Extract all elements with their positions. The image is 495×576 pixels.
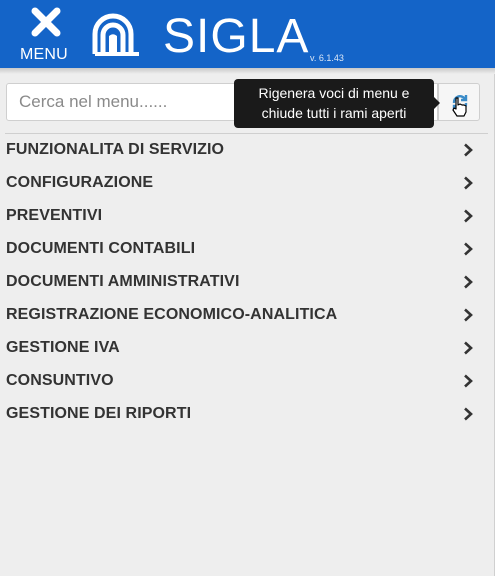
chevron-right-icon: [464, 275, 473, 289]
menu-item-label: GESTIONE DEI RIPORTI: [6, 405, 192, 422]
menu-item-funzionalita-di-servizio[interactable]: FUNZIONALITA DI SERVIZIO: [0, 134, 495, 167]
menu-item-configurazione[interactable]: CONFIGURAZIONE: [0, 167, 495, 200]
menu-item-documenti-contabili[interactable]: DOCUMENTI CONTABILI: [0, 233, 495, 266]
close-icon: [31, 7, 61, 37]
menu-item-label: CONSUNTIVO: [6, 372, 114, 389]
tooltip-line-1: Rigenera voci di menu e: [258, 85, 410, 101]
top-header: MENU SIGLA v. 6.1.43: [0, 0, 495, 68]
menu-item-registrazione-economico-analitica[interactable]: REGISTRAZIONE ECONOMICO-ANALITICA: [0, 299, 495, 332]
menu-item-label: PREVENTIVI: [6, 207, 103, 224]
chevron-right-icon: [464, 143, 473, 157]
refresh-tooltip: Rigenera voci di menu e chiude tutti i r…: [234, 79, 440, 128]
menu-item-label: FUNZIONALITA DI SERVIZIO: [6, 141, 225, 158]
chevron-right-icon: [464, 176, 473, 190]
header-shadow: [0, 68, 495, 74]
tooltip-line-2: chiude tutti i rami aperti: [261, 105, 407, 121]
app-version: v. 6.1.43: [310, 53, 344, 63]
menu-toggle-label: MENU: [20, 46, 68, 63]
menu-item-consuntivo[interactable]: CONSUNTIVO: [0, 365, 495, 398]
chevron-right-icon: [464, 374, 473, 388]
app-brand-title: SIGLA: [163, 10, 310, 63]
chevron-right-icon: [464, 341, 473, 355]
app-frame: MENU SIGLA v. 6.1.43 Rigenera voci di me…: [0, 0, 495, 576]
chevron-right-icon: [464, 242, 473, 256]
cnr-logo-icon: [92, 13, 139, 56]
chevron-right-icon: [464, 209, 473, 223]
menu-item-label: DOCUMENTI CONTABILI: [6, 240, 196, 257]
chevron-right-icon: [464, 407, 473, 421]
menu-item-preventivi[interactable]: PREVENTIVI: [0, 200, 495, 233]
menu-item-documenti-amministrativi[interactable]: DOCUMENTI AMMINISTRATIVI: [0, 266, 495, 299]
menu-item-label: GESTIONE IVA: [6, 339, 120, 356]
main-menu: FUNZIONALITA DI SERVIZIO CONFIGURAZIONE …: [0, 134, 495, 431]
menu-toggle-button[interactable]: MENU: [14, 4, 78, 66]
menu-item-gestione-dei-riporti[interactable]: GESTIONE DEI RIPORTI: [0, 398, 495, 431]
menu-item-label: CONFIGURAZIONE: [6, 174, 154, 191]
menu-item-label: REGISTRAZIONE ECONOMICO-ANALITICA: [6, 306, 338, 323]
chevron-right-icon: [464, 308, 473, 322]
hand-cursor-icon: [452, 97, 467, 117]
menu-item-gestione-iva[interactable]: GESTIONE IVA: [0, 332, 495, 365]
menu-item-label: DOCUMENTI AMMINISTRATIVI: [6, 273, 240, 290]
